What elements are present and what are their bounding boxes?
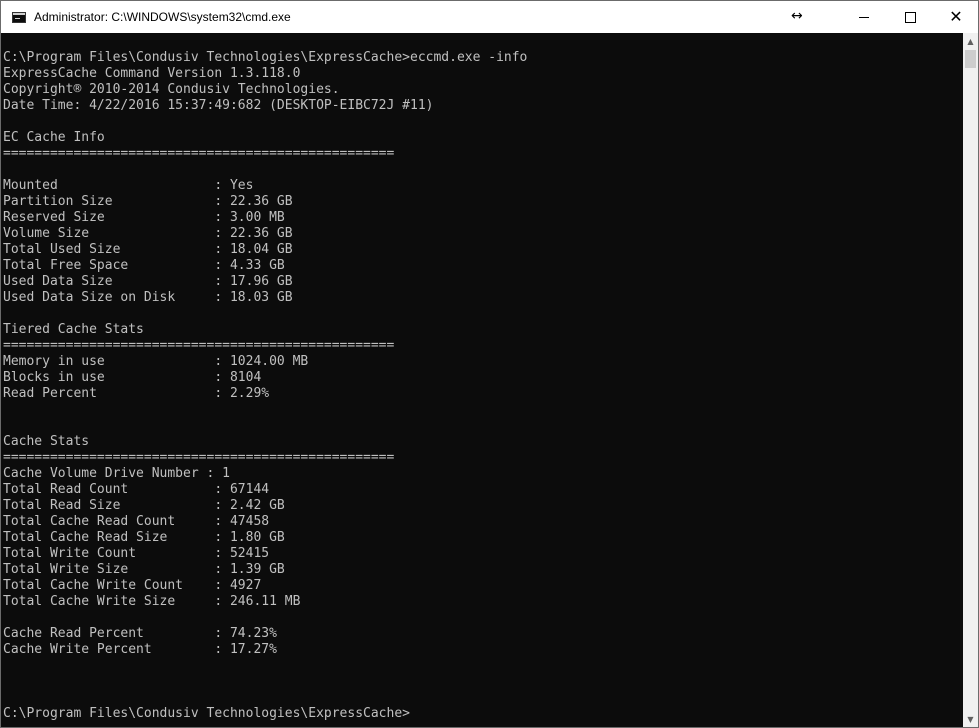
console-line: Total Cache Write Size : 246.11 MB [3, 594, 301, 609]
console-line: Used Data Size : 17.96 GB [3, 274, 293, 289]
minimize-button[interactable] [841, 1, 887, 33]
console-line: C:\Program Files\Condusiv Technologies\E… [3, 50, 528, 65]
console-output[interactable]: C:\Program Files\Condusiv Technologies\E… [1, 33, 963, 727]
console-line: Cache Read Percent : 74.23% [3, 626, 277, 641]
scroll-down-button[interactable]: ▼ [963, 711, 978, 727]
title-bar[interactable]: Administrator: C:\WINDOWS\system32\cmd.e… [1, 1, 978, 33]
console-line: Partition Size : 22.36 GB [3, 194, 293, 209]
chevron-down-icon: ▼ [967, 714, 974, 724]
console-line: ========================================… [3, 338, 395, 353]
console-line: ExpressCache Command Version 1.3.118.0 [3, 66, 301, 81]
console-line: Volume Size : 22.36 GB [3, 226, 293, 241]
console-line: Total Read Size : 2.42 GB [3, 498, 285, 513]
console-line: Reserved Size : 3.00 MB [3, 210, 285, 225]
console-line: ========================================… [3, 146, 395, 161]
console-line: Total Cache Write Count : 4927 [3, 578, 262, 593]
console-line: Used Data Size on Disk : 18.03 GB [3, 290, 293, 305]
close-button[interactable]: ✕ [933, 1, 979, 33]
console-line: Memory in use : 1024.00 MB [3, 354, 309, 369]
console-line: Total Write Size : 1.39 GB [3, 562, 285, 577]
console-line: Total Cache Read Count : 47458 [3, 514, 270, 529]
console-line: Total Free Space : 4.33 GB [3, 258, 285, 273]
console-line: Mounted : Yes [3, 178, 254, 193]
scroll-thumb[interactable] [965, 50, 976, 68]
resize-cursor-icon: ↔ [791, 8, 803, 24]
close-icon: ✕ [949, 7, 963, 26]
console-line: Cache Volume Drive Number : 1 [3, 466, 230, 481]
console-line: Total Read Count : 67144 [3, 482, 270, 497]
console-line: Date Time: 4/22/2016 15:37:49:682 (DESKT… [3, 98, 434, 113]
chevron-up-icon: ▲ [967, 36, 974, 46]
console-line: Tiered Cache Stats [3, 322, 144, 337]
console-text: C:\Program Files\Condusiv Technologies\E… [1, 33, 963, 722]
cmd-window: Administrator: C:\WINDOWS\system32\cmd.e… [0, 0, 979, 728]
console-line: Cache Stats [3, 434, 90, 449]
console-line: EC Cache Info [3, 130, 105, 145]
console-line: Read Percent : 2.29% [3, 386, 270, 401]
console-line: ========================================… [3, 450, 395, 465]
console-line: C:\Program Files\Condusiv Technologies\E… [3, 706, 410, 721]
vertical-scrollbar[interactable]: ▲ ▼ [963, 33, 978, 727]
console-line: Total Write Count : 52415 [3, 546, 270, 561]
console-line: Copyright® 2010-2014 Condusiv Technologi… [3, 82, 340, 97]
cmd-app-icon[interactable] [12, 11, 26, 23]
maximize-button[interactable] [887, 1, 933, 33]
console-line: Total Cache Read Size : 1.80 GB [3, 530, 285, 545]
scroll-up-button[interactable]: ▲ [963, 33, 978, 49]
console-line: Total Used Size : 18.04 GB [3, 242, 293, 257]
console-line: Blocks in use : 8104 [3, 370, 262, 385]
maximize-icon [904, 11, 916, 23]
window-title: Administrator: C:\WINDOWS\system32\cmd.e… [34, 10, 291, 24]
minimize-icon [859, 16, 869, 18]
console-line: Cache Write Percent : 17.27% [3, 642, 277, 657]
